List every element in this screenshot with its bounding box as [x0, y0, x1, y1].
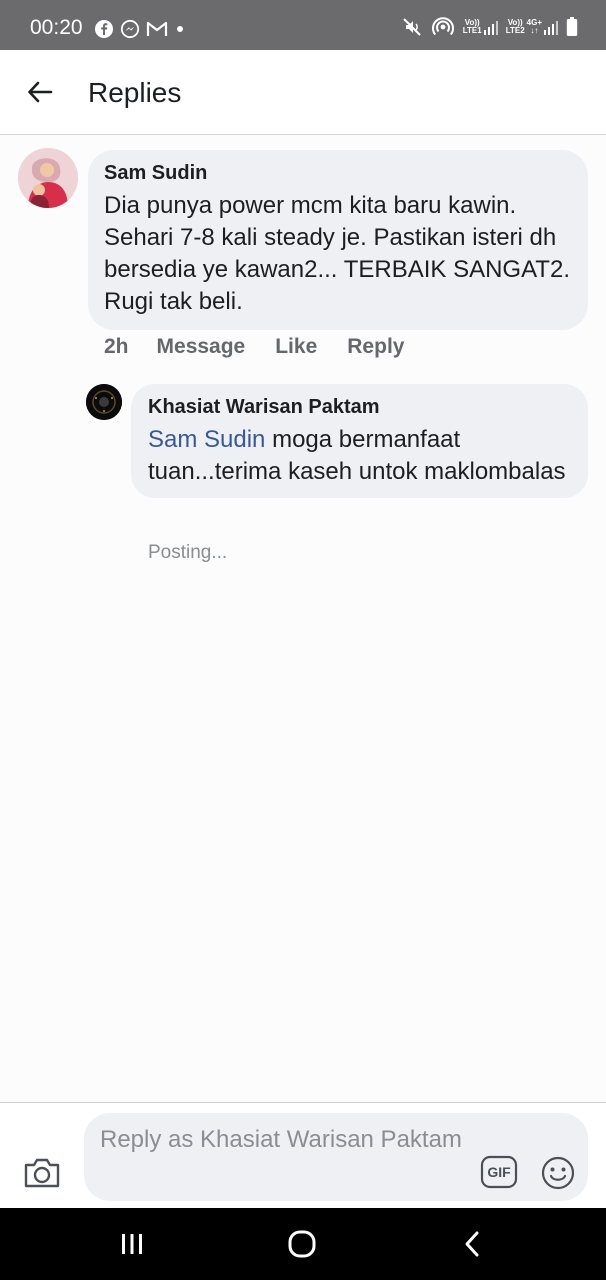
hotspot-icon: [431, 17, 454, 36]
avatar[interactable]: [86, 384, 122, 420]
gif-icon: GIF: [480, 1155, 518, 1189]
profile-photo-icon: [18, 148, 78, 208]
dot-icon: [177, 26, 183, 32]
page-title: Replies: [88, 77, 182, 108]
status-bar: 00:20 Vo)) LTE1 Vo)) LTE2 4G+ ↓↑: [0, 0, 606, 50]
comment-timestamp: 2h: [104, 335, 129, 358]
reply-bubble: Khasiat Warisan Paktam Sam Sudin moga be…: [131, 384, 588, 498]
home-icon: [288, 1230, 316, 1258]
system-icons: Vo)) LTE1 Vo)) LTE2 4G+ ↓↑: [401, 16, 578, 38]
avatar[interactable]: [18, 148, 78, 208]
like-button[interactable]: Like: [275, 334, 317, 360]
page-logo-icon: [86, 384, 122, 420]
reply-button[interactable]: Reply: [347, 334, 404, 360]
camera-button[interactable]: [22, 1155, 62, 1191]
comment-bubble: Sam Sudin Dia punya power mcm kita baru …: [88, 150, 588, 330]
back-chevron-icon: [465, 1231, 479, 1257]
recent-apps-button[interactable]: [112, 1226, 152, 1262]
camera-icon: [24, 1158, 60, 1188]
reply-input[interactable]: [100, 1125, 470, 1189]
signal-icon: [544, 21, 558, 35]
gmail-icon: [146, 21, 168, 36]
mention-link[interactable]: Sam Sudin: [148, 426, 265, 453]
back-button[interactable]: [22, 74, 58, 110]
facebook-icon: [95, 20, 113, 38]
battery-icon: [566, 17, 578, 36]
home-button[interactable]: [282, 1226, 322, 1262]
reply-text: Sam Sudin moga bermanfaat tuan...terima …: [148, 424, 572, 488]
comment-actions: 2h Message Like Reply: [104, 334, 434, 360]
emoji-icon: [541, 1156, 575, 1190]
sim1-indicator: Vo)) LTE1: [463, 19, 498, 35]
status-time: 00:20: [30, 16, 83, 39]
message-button[interactable]: Message: [157, 334, 246, 360]
comment-author[interactable]: Sam Sudin: [104, 161, 572, 185]
reply-composer: GIF: [0, 1102, 606, 1209]
mute-icon: [403, 18, 421, 36]
messenger-icon: [120, 19, 140, 39]
composer-input-wrap: GIF: [84, 1113, 588, 1201]
reply-author[interactable]: Khasiat Warisan Paktam: [148, 395, 572, 419]
sim2-indicator: Vo)) LTE2 4G+ ↓↑: [506, 19, 558, 35]
comment-text: Dia punya power mcm kita baru kawin. Seh…: [104, 192, 570, 315]
signal-icon: [483, 21, 498, 35]
notification-icons: [94, 19, 186, 39]
posting-status: Posting...: [148, 542, 228, 563]
gif-button[interactable]: GIF: [480, 1155, 518, 1189]
back-nav-button[interactable]: [452, 1226, 492, 1262]
gif-label: GIF: [487, 1164, 511, 1180]
recent-apps-icon: [122, 1234, 142, 1254]
emoji-button[interactable]: [540, 1155, 576, 1191]
back-arrow-icon: [28, 81, 53, 103]
system-nav-bar: [0, 1208, 606, 1280]
app-bar: Replies: [0, 50, 606, 135]
